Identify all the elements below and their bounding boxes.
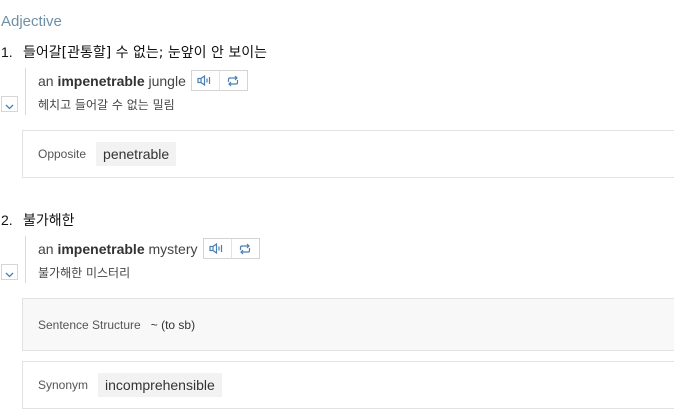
- opposite-card: Opposite penetrable: [22, 130, 674, 178]
- sense-2-heading: 2. 불가해한: [1, 210, 75, 230]
- expand-toggle-sense-2[interactable]: [1, 264, 18, 280]
- sentence-structure-card: Sentence Structure ~ (to sb): [22, 298, 674, 351]
- sense-2-example: an impenetrable mystery: [38, 238, 260, 259]
- chevron-down-icon: [5, 95, 14, 114]
- example-divider: [25, 68, 26, 115]
- sense-2-audio-controls: [202, 238, 260, 259]
- part-of-speech-label: Adjective: [1, 13, 62, 30]
- repeat-icon[interactable]: [230, 239, 259, 258]
- synonym-card: Synonym incomprehensible: [22, 361, 674, 409]
- sense-2-number: 2.: [1, 212, 13, 228]
- synonym-label: Synonym: [38, 378, 89, 392]
- repeat-icon[interactable]: [218, 71, 247, 90]
- synonym-chip[interactable]: incomprehensible: [98, 373, 222, 397]
- example-text: an impenetrable jungle: [38, 72, 186, 89]
- sense-1-example: an impenetrable jungle: [38, 70, 248, 91]
- sense-2-definition: 불가해한: [23, 213, 75, 229]
- sentence-structure-value: ~ (to sb): [150, 317, 196, 332]
- expand-toggle-sense-1[interactable]: [1, 96, 18, 112]
- sense-1-number: 1.: [1, 44, 13, 60]
- speaker-icon[interactable]: [192, 71, 219, 90]
- sentence-structure-label: Sentence Structure: [38, 317, 141, 332]
- sense-1-heading: 1. 들어갈[관통할] 수 없는; 눈앞이 안 보이는: [1, 42, 267, 62]
- opposite-chip[interactable]: penetrable: [96, 142, 177, 166]
- speaker-icon[interactable]: [204, 239, 231, 258]
- sense-1-translation: 헤치고 들어갈 수 없는 밀림: [38, 98, 175, 112]
- chevron-down-icon: [5, 263, 14, 282]
- sense-1-definition: 들어갈[관통할] 수 없는; 눈앞이 안 보이는: [23, 45, 267, 61]
- opposite-label: Opposite: [38, 147, 87, 161]
- sense-2-translation: 불가해한 미스터리: [38, 266, 131, 280]
- example-text: an impenetrable mystery: [38, 240, 198, 257]
- example-divider: [25, 236, 26, 283]
- sense-1-audio-controls: [190, 70, 248, 91]
